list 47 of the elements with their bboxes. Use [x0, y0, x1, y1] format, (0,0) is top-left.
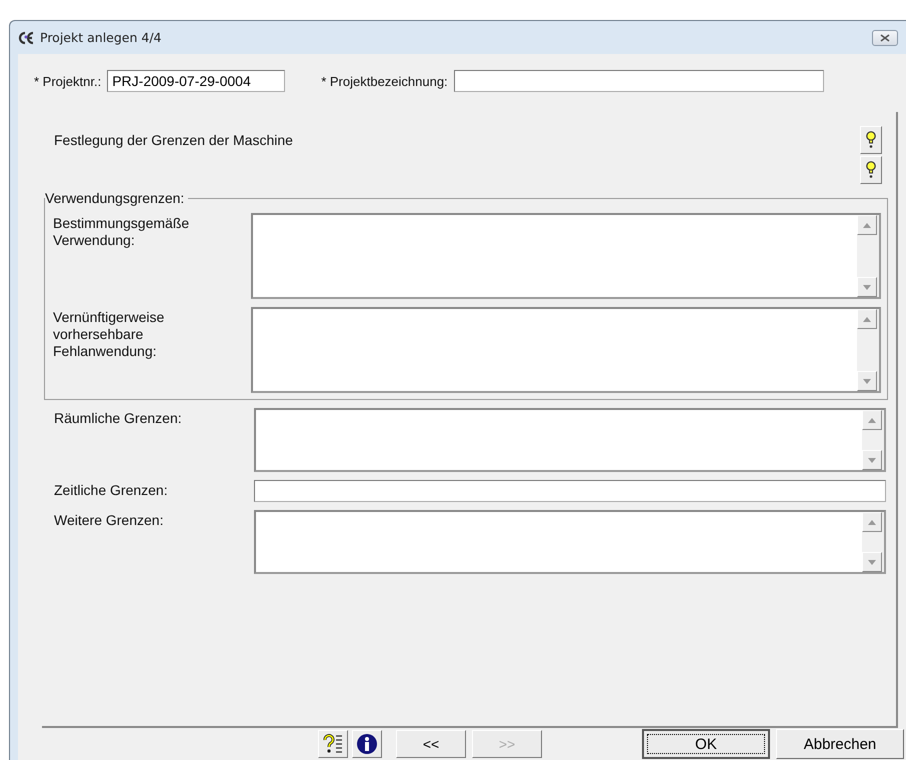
field-label: Räumliche Grenzen: — [54, 409, 183, 427]
section-title: Festlegung der Grenzen der Maschine — [54, 132, 293, 148]
help-bulb-icon — [866, 131, 876, 149]
text-area[interactable] — [251, 307, 881, 393]
group-label: Verwendungsgrenzen: — [45, 190, 188, 206]
scroll-down-button[interactable] — [857, 277, 877, 297]
input-field[interactable] — [454, 70, 824, 92]
text-area[interactable] — [251, 213, 881, 299]
help-button[interactable] — [318, 730, 348, 758]
scroll-up-button[interactable] — [862, 512, 882, 532]
down-arrow-icon — [863, 378, 871, 384]
field-label: Zeitliche Grenzen: — [54, 481, 169, 499]
app-logo-icon — [18, 30, 36, 44]
dialog-button[interactable]: Abbrechen — [776, 729, 904, 759]
scroll-up-button[interactable] — [857, 215, 877, 235]
scroll-down-button[interactable] — [862, 552, 882, 572]
scroll-up-button[interactable] — [862, 410, 882, 430]
window-title: Projekt anlegen 4/4 — [40, 30, 162, 45]
field-label: * Projektbezeichnung: — [321, 74, 448, 88]
help-button[interactable] — [860, 126, 882, 154]
info-button[interactable] — [352, 730, 382, 758]
text-area[interactable] — [254, 408, 886, 472]
close-icon — [880, 34, 890, 42]
up-arrow-icon — [863, 222, 871, 228]
up-arrow-icon — [868, 520, 876, 524]
field-label: * Projektnr.: — [34, 74, 102, 88]
scroll-up-button[interactable] — [857, 309, 877, 329]
down-arrow-icon — [868, 458, 876, 462]
input-field[interactable]: PRJ-2009-07-29-0004 — [107, 70, 286, 92]
help-bulb-icon — [866, 161, 876, 179]
input-field[interactable] — [254, 480, 886, 502]
close-button[interactable] — [872, 30, 898, 46]
up-arrow-icon — [863, 316, 871, 322]
scroll-down-button[interactable] — [857, 371, 877, 391]
back-button[interactable]: << — [396, 730, 466, 758]
text-area[interactable] — [254, 510, 886, 574]
help-question-icon — [322, 734, 344, 754]
scroll-down-button[interactable] — [862, 450, 882, 470]
dialog-button[interactable]: OK — [642, 729, 770, 759]
up-arrow-icon — [868, 418, 876, 422]
field-label: Bestimmungsgemäße Verwendung: — [53, 214, 190, 249]
field-label: Vernünftigerweise vorhersehbare Fehlanwendung: — [53, 308, 166, 360]
field-label: Weitere Grenzen: — [54, 511, 164, 529]
help-button[interactable] — [860, 156, 882, 184]
down-arrow-icon — [863, 284, 871, 290]
info-icon — [356, 733, 378, 755]
down-arrow-icon — [868, 560, 876, 564]
